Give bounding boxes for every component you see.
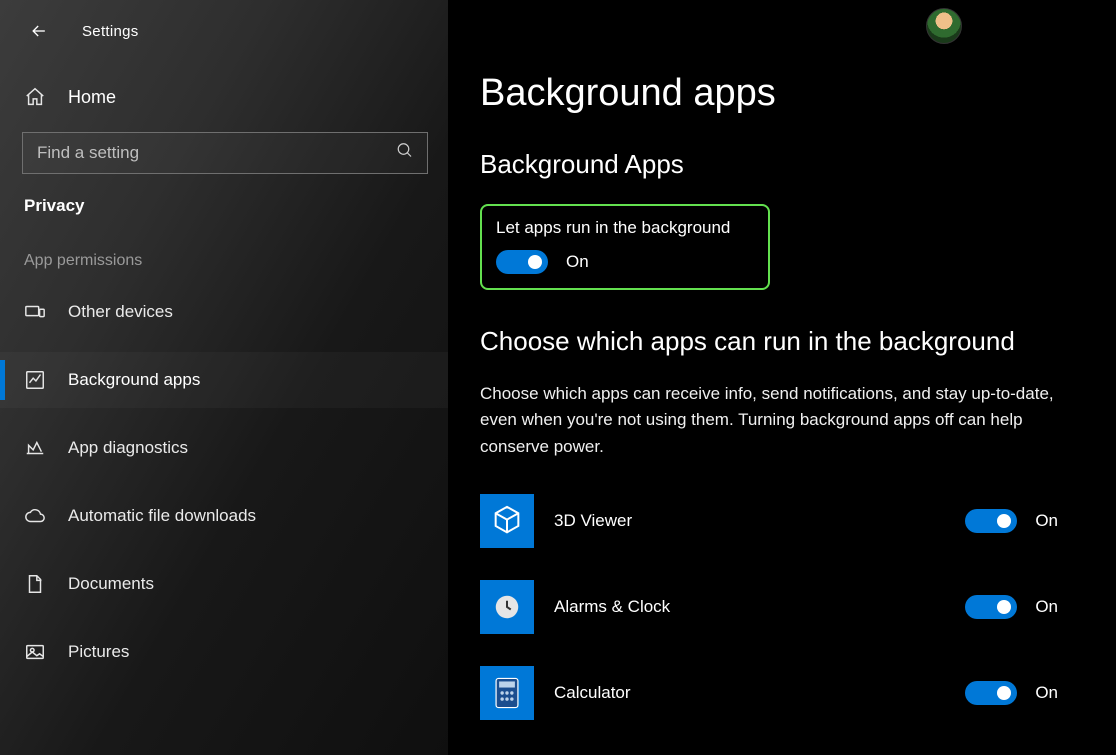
clock-icon [492,592,522,622]
sidebar-item-label: Automatic file downloads [68,506,256,526]
document-icon [24,573,46,595]
cloud-icon [24,505,46,527]
sidebar-item-background-apps[interactable]: Background apps [0,352,450,408]
sidebar-item-label: Pictures [68,642,129,662]
search-icon [396,142,414,165]
app-name: 3D Viewer [554,511,632,531]
sidebar-item-auto-downloads[interactable]: Automatic file downloads [0,488,450,544]
cube-icon [490,504,524,538]
devices-icon [24,301,46,323]
master-toggle-highlight: Let apps run in the background On [480,204,770,290]
sidebar-item-documents[interactable]: Documents [0,556,450,612]
app-name: Alarms & Clock [554,597,670,617]
app-icon-calculator [480,666,534,720]
master-toggle[interactable] [496,250,548,274]
search-input[interactable] [22,132,428,174]
content-pane: Background apps Background Apps Let apps… [450,0,1116,755]
app-toggle-3d-viewer[interactable] [965,509,1017,533]
sidebar-item-label: Background apps [68,370,200,390]
sidebar-item-label: Other devices [68,302,173,322]
sidebar-item-pictures[interactable]: Pictures [0,624,450,680]
page-title: Background apps [480,72,1092,115]
section-description: Choose which apps can receive info, send… [480,381,1092,460]
section-label: App permissions [24,252,450,270]
app-icon-3d-viewer [480,494,534,548]
home-icon [24,86,46,108]
master-toggle-state: On [566,252,589,272]
master-toggle-label: Let apps run in the background [496,218,748,238]
back-button[interactable] [22,14,56,48]
home-label: Home [68,87,116,108]
app-name: Calculator [554,683,631,703]
app-toggle-alarms-clock[interactable] [965,595,1017,619]
window-title: Settings [82,23,139,40]
settings-sidebar: Settings Home Privacy App permissions Ot… [0,0,450,755]
chart-icon [24,369,46,391]
section-title-background-apps: Background Apps [480,149,1092,180]
sidebar-item-app-diagnostics[interactable]: App diagnostics [0,420,450,476]
sidebar-item-home[interactable]: Home [0,72,450,126]
category-label: Privacy [24,196,450,216]
app-list: 3D Viewer On Alarms & Clock On Calculato… [480,494,1092,720]
app-row-alarms-clock: Alarms & Clock On [480,580,1092,634]
user-avatar[interactable] [926,8,962,44]
sidebar-item-other-devices[interactable]: Other devices [0,284,450,340]
section-title-choose-apps: Choose which apps can run in the backgro… [480,326,1092,357]
sidebar-item-label: App diagnostics [68,438,188,458]
app-toggle-state: On [1035,597,1058,617]
sidebar-item-label: Documents [68,574,154,594]
app-toggle-state: On [1035,683,1058,703]
app-row-calculator: Calculator On [480,666,1092,720]
app-icon-alarms-clock [480,580,534,634]
app-toggle-state: On [1035,511,1058,531]
app-row-3d-viewer: 3D Viewer On [480,494,1092,548]
arrow-left-icon [29,21,49,41]
diagnostics-icon [24,437,46,459]
pictures-icon [24,641,46,663]
calculator-icon [492,676,522,710]
app-toggle-calculator[interactable] [965,681,1017,705]
